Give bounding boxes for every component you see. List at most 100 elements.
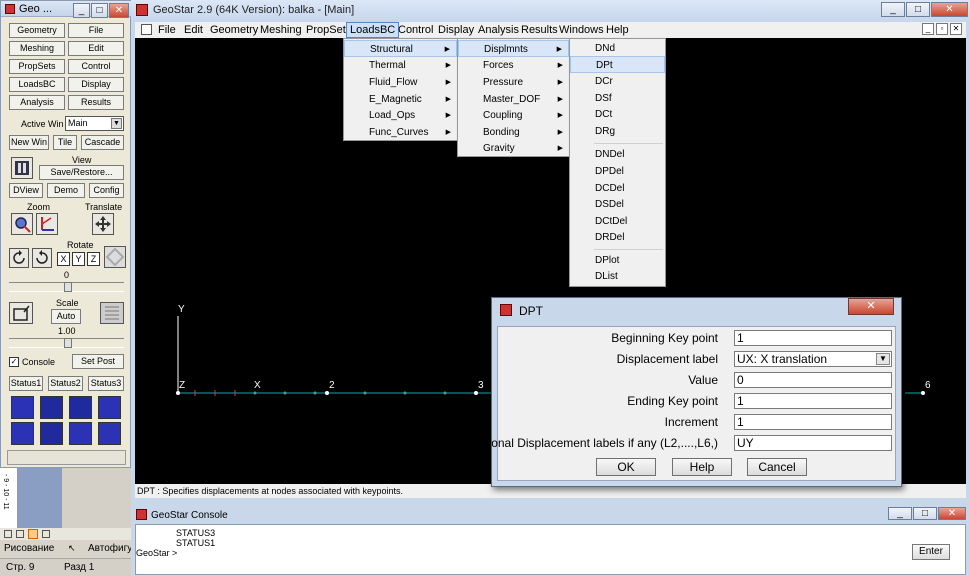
menu-item-drdel[interactable]: DRDel	[570, 229, 665, 246]
keypoint-marker-1[interactable]	[176, 391, 180, 395]
menu-item-drg[interactable]: DRg	[570, 123, 665, 140]
menu-item-structural[interactable]: Structural ▶	[344, 40, 457, 57]
autoshapes-menu[interactable]: Автофигу	[88, 543, 132, 554]
control-button[interactable]: Control	[68, 59, 124, 74]
mdi-close-button[interactable]: ✕	[950, 23, 962, 35]
menu-item-bonding[interactable]: Bonding ▶	[458, 124, 569, 141]
help-button[interactable]	[69, 422, 92, 445]
menu-results[interactable]: Results	[518, 23, 561, 37]
scale-grid-button[interactable]	[100, 302, 124, 324]
menu-item-dnd[interactable]: DNd	[570, 40, 665, 57]
rotate-y-button[interactable]: Y	[72, 252, 85, 266]
menu-item-dpdel[interactable]: DPDel	[570, 163, 665, 180]
active-win-select[interactable]: Main ▼	[65, 116, 124, 131]
geometry-button[interactable]: Geometry	[9, 23, 65, 38]
menu-control[interactable]: Control	[395, 23, 436, 37]
minimize-button[interactable]: _	[888, 507, 912, 520]
config-button[interactable]: Config	[89, 183, 124, 198]
status3-button[interactable]: Status3	[88, 376, 124, 391]
cascade-button[interactable]: Cascade	[81, 135, 124, 150]
color-settings-button[interactable]	[98, 396, 121, 419]
menu-item-forces[interactable]: Forces ▶	[458, 57, 569, 74]
help-button[interactable]: Help	[672, 458, 732, 476]
status1-button[interactable]: Status1	[9, 376, 43, 391]
rotate-cw-button[interactable]	[32, 248, 52, 268]
document-icon[interactable]	[141, 24, 152, 35]
mdi-restore-button[interactable]: ▫	[936, 23, 948, 35]
outline-view-icon[interactable]	[42, 530, 50, 538]
edit-button[interactable]: Edit	[68, 41, 124, 56]
menu-loadsbc[interactable]: LoadsBC	[346, 22, 400, 38]
drawing-menu[interactable]: Рисование	[4, 543, 54, 554]
menu-item-thermal[interactable]: Thermal ▶	[344, 57, 457, 74]
displacement-label-select[interactable]: UX: X translation ▼	[734, 351, 892, 367]
dview-button[interactable]: DView	[9, 183, 43, 198]
console-input[interactable]	[176, 547, 908, 559]
page-view-icon[interactable]	[28, 529, 38, 539]
menu-item-dcdel[interactable]: DCDel	[570, 180, 665, 197]
increment-field[interactable]: 1	[734, 414, 892, 430]
fit-button[interactable]	[9, 302, 33, 324]
analysis-button[interactable]: Analysis	[9, 95, 65, 110]
enter-button[interactable]: Enter	[912, 544, 950, 560]
new-win-button[interactable]: New Win	[9, 135, 49, 150]
rotate-z-button[interactable]: Z	[87, 252, 100, 266]
minimize-button[interactable]: _	[73, 3, 90, 18]
menu-item-dctdel[interactable]: DCtDel	[570, 213, 665, 230]
menu-item-dlist[interactable]: DList	[570, 268, 665, 285]
translate-button[interactable]	[92, 213, 114, 235]
keypoint-marker-6[interactable]	[921, 391, 925, 395]
menu-item-coupling[interactable]: Coupling ▶	[458, 107, 569, 124]
view-icon-button[interactable]	[11, 157, 33, 179]
menu-item-e-magnetic[interactable]: E_Magnetic ▶	[344, 91, 457, 108]
cancel-button[interactable]: Cancel	[747, 458, 807, 476]
web-view-icon[interactable]	[16, 530, 24, 538]
menu-item-dndel[interactable]: DNDel	[570, 146, 665, 163]
scale-slider-thumb[interactable]	[64, 338, 72, 348]
bc-plot-button[interactable]	[40, 396, 63, 419]
normal-view-icon[interactable]	[4, 530, 12, 538]
menu-geometry[interactable]: Geometry	[207, 23, 261, 37]
status2-button[interactable]: Status2	[48, 376, 83, 391]
minimize-button[interactable]: _	[881, 2, 905, 17]
set-post-button[interactable]: Set Post	[72, 354, 124, 369]
menu-help[interactable]: Help	[603, 23, 632, 37]
rotate-x-button[interactable]: X	[57, 252, 70, 266]
scale-slider[interactable]	[9, 338, 124, 348]
axes-button[interactable]	[69, 396, 92, 419]
dialog-close-button[interactable]: ✕	[848, 298, 894, 315]
close-button[interactable]: ✕	[931, 2, 968, 17]
keypoint-marker-2[interactable]	[325, 391, 329, 395]
rotate-slider[interactable]	[9, 282, 124, 292]
cursor-arrow-icon[interactable]: ↖	[68, 543, 76, 554]
console-checkbox[interactable]: ✓	[9, 357, 19, 367]
maximize-button[interactable]: □	[906, 2, 930, 17]
rotate-3d-button[interactable]	[104, 246, 126, 268]
list-button[interactable]	[40, 422, 63, 445]
menu-windows[interactable]: Windows	[556, 23, 607, 37]
ok-button[interactable]: OK	[596, 458, 656, 476]
menu-analysis[interactable]: Analysis	[475, 23, 522, 37]
demo-button[interactable]: Demo	[47, 183, 85, 198]
rotate-slider-thumb[interactable]	[64, 282, 72, 292]
menu-display[interactable]: Display	[435, 23, 477, 37]
display-button[interactable]: Display	[68, 77, 124, 92]
pick-hand-button[interactable]	[11, 422, 34, 445]
additional-labels-field[interactable]: UY	[734, 435, 892, 451]
chevron-down-icon[interactable]: ▼	[111, 118, 122, 129]
menu-item-func-curves[interactable]: Func_Curves ▶	[344, 124, 457, 141]
menu-meshing[interactable]: Meshing	[257, 23, 305, 37]
menu-item-dct[interactable]: DCt	[570, 106, 665, 123]
ending-keypoint-field[interactable]: 1	[734, 393, 892, 409]
maximize-button[interactable]: □	[91, 3, 108, 18]
propsets-button[interactable]: PropSets	[9, 59, 65, 74]
zoom-axis-button[interactable]	[36, 213, 58, 235]
meshing-button[interactable]: Meshing	[9, 41, 65, 56]
results-button[interactable]: Results	[68, 95, 124, 110]
file-button[interactable]: File	[68, 23, 124, 38]
beginning-keypoint-field[interactable]: 1	[734, 330, 892, 346]
menu-item-dplot[interactable]: DPlot	[570, 252, 665, 269]
menu-item-pressure[interactable]: Pressure ▶	[458, 74, 569, 91]
chevron-down-icon[interactable]: ▼	[876, 353, 890, 365]
menu-item-gravity[interactable]: Gravity ▶	[458, 140, 569, 157]
